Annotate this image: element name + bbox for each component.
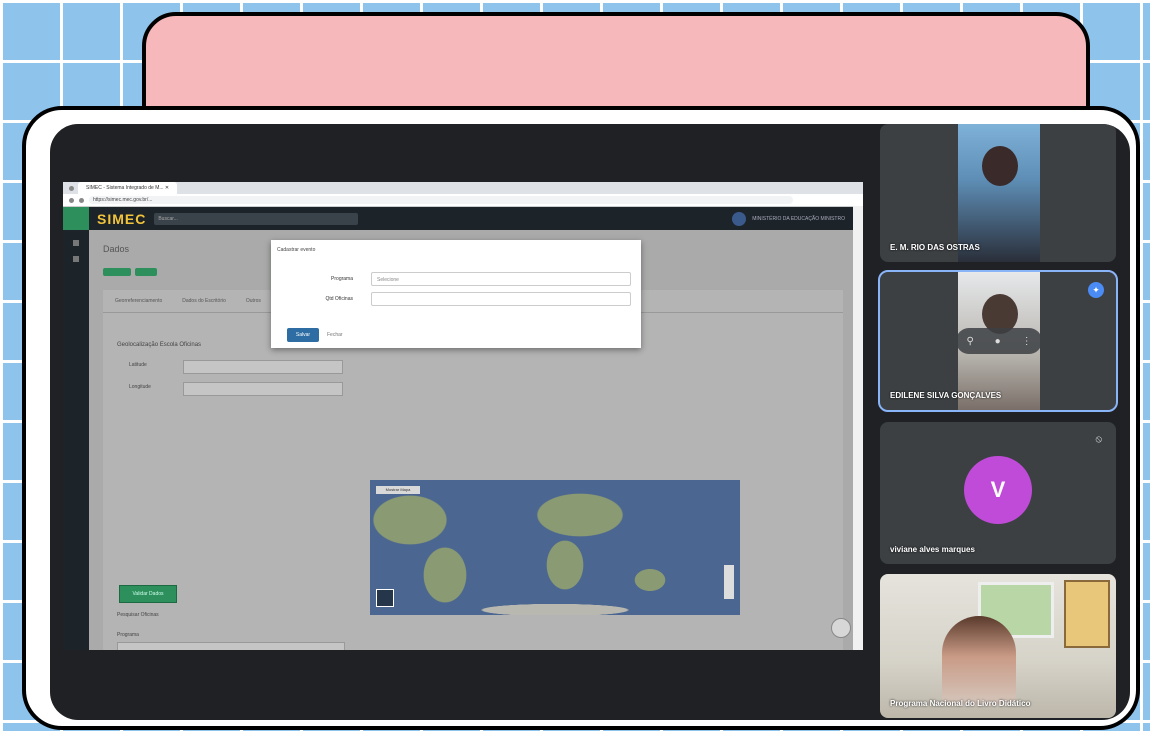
ministry-icon [732, 212, 747, 226]
app-logo: SIMEC [97, 211, 147, 227]
section-2-title: Pesquisar Oficinas [117, 612, 159, 618]
pin-tile-icon[interactable]: ⚲ [966, 336, 973, 347]
scrollbar[interactable] [853, 206, 863, 650]
address-bar-row: https://simec.mec.gov.br/... [63, 194, 863, 207]
cancel-button[interactable]: Fechar [327, 332, 343, 338]
participant-video [958, 124, 1040, 262]
browser-tabs: SIMEC - Sistema Integrado de M... ✕ [63, 182, 863, 194]
modal-title: Cadastrar evento [277, 247, 316, 253]
qty-input[interactable] [371, 292, 631, 306]
map-zoom-control[interactable] [724, 565, 734, 599]
browser-tab[interactable]: SIMEC - Sistema Integrado de M... ✕ [78, 182, 178, 194]
map-type-button[interactable]: Mostrar Mapa [376, 486, 420, 494]
section-title: Geolocalização Escola Oficinas [117, 342, 202, 348]
participant-video [880, 574, 1116, 718]
page-title: Dados [103, 244, 130, 254]
status-badge [103, 268, 131, 276]
meeting-window: SIMEC - Sistema Integrado de M... ✕ http… [50, 124, 1130, 720]
back-icon[interactable] [69, 197, 74, 203]
recaptcha-icon [831, 618, 851, 638]
participant-face [982, 146, 1018, 186]
tab-georef[interactable]: Georreferenciamento [115, 298, 162, 304]
simec-header: SIMEC Buscar... MINISTÉRIO DA EDUCAÇÃO M… [63, 207, 863, 231]
longitude-input[interactable] [183, 382, 343, 396]
programa-select[interactable] [117, 642, 345, 650]
program-select[interactable]: Selecione [371, 272, 631, 286]
save-button[interactable]: Salvar [287, 328, 319, 342]
window-icon [69, 185, 74, 191]
latitude-label: Latitude [129, 362, 147, 368]
participant-face [942, 616, 1016, 706]
avatar: V [964, 456, 1032, 524]
ministry-label: MINISTÉRIO DA EDUCAÇÃO MINISTRO [752, 216, 845, 222]
mic-off-icon: ⦸ [1095, 434, 1102, 445]
ministry-area: MINISTÉRIO DA EDUCAÇÃO MINISTRO [732, 212, 845, 226]
address-bar[interactable]: https://simec.mec.gov.br/... [89, 196, 793, 204]
program-label: Programa [331, 276, 353, 282]
participant-name: viviane alves marques [890, 545, 975, 554]
tab-dados[interactable]: Dados do Escritório [182, 298, 226, 304]
latitude-input[interactable] [183, 360, 343, 374]
programa-label: Programa [117, 632, 139, 638]
reload-icon[interactable] [79, 197, 84, 203]
participant-name: EDILENE SILVA GONÇALVES [890, 391, 1002, 400]
bulletin-board [1064, 580, 1110, 648]
world-map[interactable]: Mostrar Mapa [370, 480, 740, 615]
modal-dialog: Cadastrar evento Programa Selecione Qtd … [271, 240, 641, 348]
qty-label: Qtd Oficinas [325, 296, 353, 302]
home-icon[interactable] [73, 240, 79, 246]
pin-icon[interactable]: ✦ [1088, 282, 1104, 298]
participant-tile[interactable]: ⦸ V viviane alves marques [880, 422, 1116, 564]
tab-outros[interactable]: Outros [246, 298, 261, 304]
map-layer-thumbnail[interactable] [376, 589, 394, 607]
side-rail [63, 230, 89, 650]
longitude-label: Longitude [129, 384, 151, 390]
validate-button[interactable]: Validar Dados [119, 585, 177, 603]
status-badge [135, 268, 157, 276]
more-options-icon[interactable]: ⋮ [1022, 336, 1032, 347]
tile-controls: ⚲ ● ⋮ [956, 328, 1042, 354]
participant-tile[interactable]: E. M. RIO DAS OSTRAS [880, 124, 1116, 262]
participant-tile[interactable]: Programa Nacional do Livro Didático [880, 574, 1116, 718]
mic-icon[interactable]: ● [995, 336, 1001, 347]
participant-name: E. M. RIO DAS OSTRAS [890, 243, 980, 252]
menu-icon[interactable] [63, 207, 89, 231]
shared-screen: SIMEC - Sistema Integrado de M... ✕ http… [63, 182, 863, 650]
participant-tile-active[interactable]: ✦ ⚲ ● ⋮ EDILENE SILVA GONÇALVES [878, 270, 1118, 412]
arrow-icon[interactable] [73, 256, 79, 262]
participant-name: Programa Nacional do Livro Didático [890, 699, 1031, 708]
search-input[interactable]: Buscar... [154, 213, 359, 225]
